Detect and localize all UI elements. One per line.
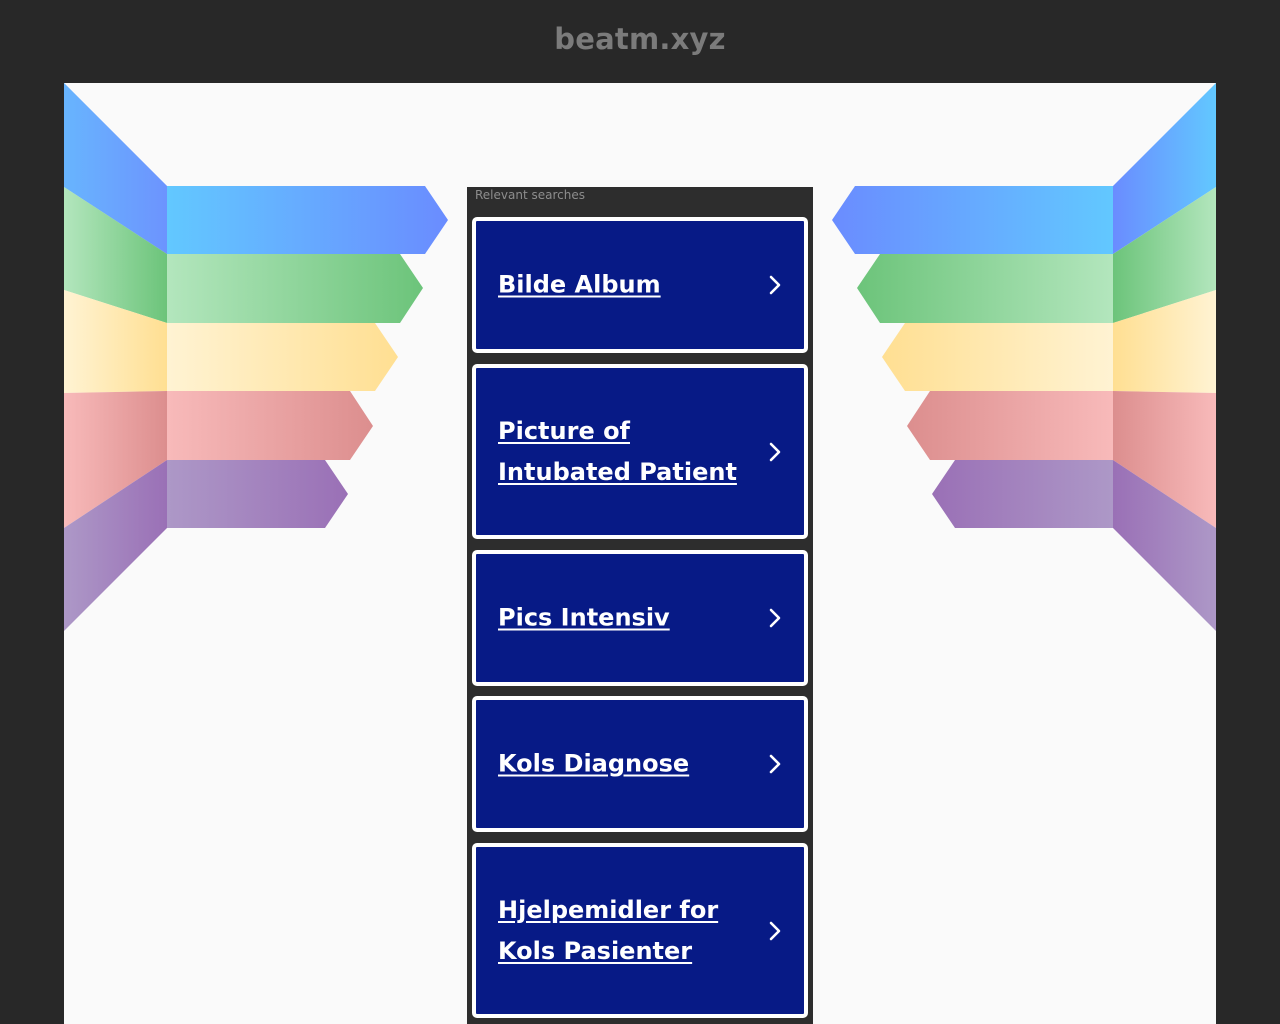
search-link-label: Kols Diagnose [498, 749, 690, 778]
search-link-pics-intensiv[interactable]: Pics Intensiv [472, 550, 808, 686]
search-link-kols-diagnose[interactable]: Kols Diagnose [472, 696, 808, 832]
domain-title: beatm.xyz [554, 22, 726, 56]
search-link-label: Pics Intensiv [498, 603, 670, 632]
relevant-searches-panel: Relevant searches Bilde Album Picture of… [467, 187, 813, 1024]
search-link-picture-of-intubated-patient[interactable]: Picture of Intubated Patient [472, 364, 808, 539]
chevron-right-icon [769, 442, 781, 461]
search-link-hjelpemidler-for-kols-pasienter[interactable]: Hjelpemidler for Kols Pasienter [472, 843, 808, 1018]
panel-heading: Relevant searches [475, 188, 585, 202]
site-header: beatm.xyz [0, 0, 1280, 83]
chevron-right-icon [769, 275, 781, 295]
search-link-bilde-album[interactable]: Bilde Album [472, 217, 808, 353]
search-link-label: Bilde Album [498, 270, 661, 299]
chevron-right-icon [769, 608, 781, 628]
chevron-right-icon [769, 754, 781, 774]
chevron-right-icon [769, 921, 781, 940]
search-link-label: Picture of Intubated Patient [498, 416, 737, 486]
content-area: Relevant searches Bilde Album Picture of… [64, 83, 1216, 1024]
search-link-label: Hjelpemidler for Kols Pasienter [498, 895, 719, 965]
